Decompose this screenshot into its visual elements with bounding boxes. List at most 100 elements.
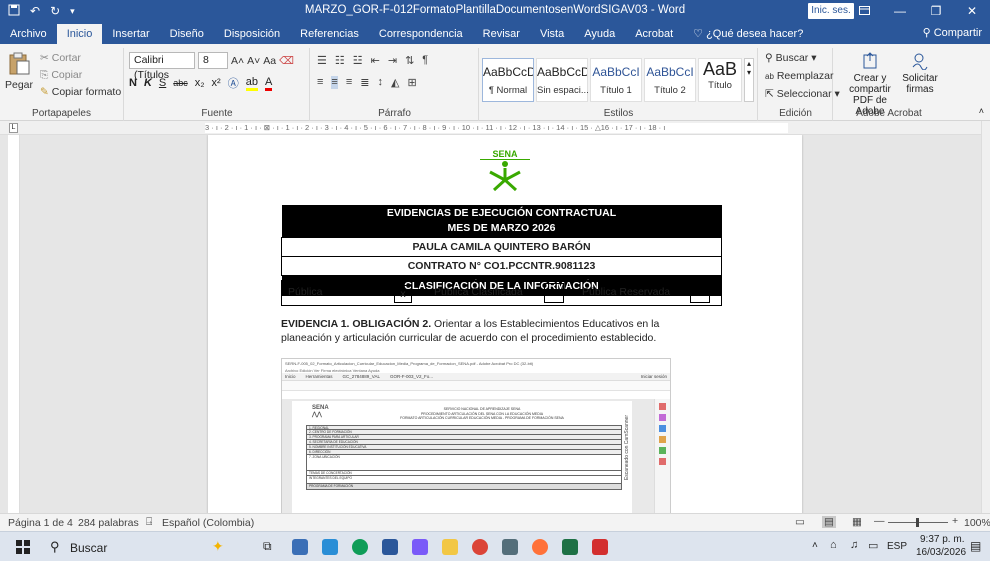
align-left-icon[interactable]: ≡	[317, 76, 323, 89]
volume-icon[interactable]: ♫	[850, 539, 858, 551]
proofing-icon[interactable]: ⍈	[146, 516, 152, 529]
word-count[interactable]: 284 palabras	[78, 517, 139, 529]
customize-qa-icon[interactable]: ▾	[70, 6, 75, 17]
text-effects-icon[interactable]: Ⓐ	[228, 75, 239, 91]
input-language[interactable]: ESP	[887, 541, 907, 552]
horizontal-ruler[interactable]: L 3 · ı · 2 · ı · 1 · ı · ⊠ · ı · 1 · ı …	[0, 121, 990, 135]
document-page[interactable]: SENA EVIDENCIAS DE EJECUCIÓN CONTRACTUAL…	[208, 135, 802, 513]
restore-button[interactable]: ❐	[918, 0, 954, 22]
paste-button[interactable]: Pegar	[4, 52, 34, 91]
justify-icon[interactable]: ≣	[360, 76, 369, 89]
public-reserved-checkbox[interactable]	[690, 283, 710, 303]
font-size-select[interactable]: 8	[198, 52, 228, 69]
tab-ayuda[interactable]: Ayuda	[574, 24, 625, 44]
save-icon[interactable]	[8, 4, 20, 19]
taskbar-search[interactable]: Buscar	[70, 541, 107, 555]
cut-button[interactable]: ✂ Cortar	[40, 52, 81, 64]
read-mode-icon[interactable]: ▭	[795, 516, 805, 528]
multilevel-list-icon[interactable]: ☳	[353, 54, 363, 67]
redo-icon[interactable]: ↻	[50, 4, 60, 18]
firefox-icon[interactable]	[532, 539, 548, 555]
language-indicator[interactable]: Español (Colombia)	[162, 517, 254, 529]
find-button[interactable]: ⚲ Buscar ▾	[765, 52, 817, 64]
style-normal[interactable]: AaBbCcDc ¶ Normal	[482, 58, 534, 102]
replace-button[interactable]: ab Reemplazar	[765, 70, 833, 82]
tab-acrobat[interactable]: Acrobat	[625, 24, 683, 44]
file-explorer-icon[interactable]	[442, 539, 458, 555]
tab-selector[interactable]: L	[9, 123, 18, 133]
change-case-button[interactable]: Aa	[263, 55, 276, 67]
page-count[interactable]: Página 1 de 4	[8, 517, 73, 529]
borders-icon[interactable]: ⊞	[407, 76, 416, 89]
print-layout-icon[interactable]: ▤	[822, 516, 836, 528]
task-view-icon[interactable]: ⧉	[263, 539, 272, 554]
zoom-slider-thumb[interactable]	[916, 518, 919, 527]
bold-icon[interactable]: N	[129, 77, 137, 89]
grow-font-icon[interactable]: A˄	[231, 55, 244, 67]
calculator-icon[interactable]	[502, 539, 518, 555]
tab-revisar[interactable]: Revisar	[473, 24, 530, 44]
notifications-icon[interactable]: ▤	[970, 539, 981, 553]
style-title[interactable]: AaB Título	[698, 58, 742, 102]
decrease-indent-icon[interactable]: ⇤	[371, 54, 380, 67]
sort-icon[interactable]: ⇅	[405, 54, 414, 67]
zoom-in-icon[interactable]: +	[952, 515, 958, 527]
clear-formatting-icon[interactable]: ⌫	[279, 55, 294, 67]
embedded-acrobat-screenshot[interactable]: SERN-F-005_02_Formato_Articulacion_Curri…	[281, 358, 671, 513]
collapse-ribbon-icon[interactable]: ˄	[979, 106, 984, 116]
taskbar-app-icon[interactable]	[322, 539, 338, 555]
battery-icon[interactable]: ▭	[868, 539, 878, 552]
tab-referencias[interactable]: Referencias	[290, 24, 369, 44]
style-heading-2[interactable]: AaBbCcI Título 2	[644, 58, 696, 102]
ribbon-display-options-icon[interactable]	[846, 0, 882, 22]
tab-disposicion[interactable]: Disposición	[214, 24, 290, 44]
italic-icon[interactable]: K	[144, 77, 152, 89]
tab-archivo[interactable]: Archivo	[0, 24, 57, 44]
shading-icon[interactable]: ◭	[391, 76, 399, 89]
pilcrow-icon[interactable]: ¶	[422, 54, 428, 67]
network-icon[interactable]: ⌂	[830, 539, 837, 551]
undo-icon[interactable]: ↶	[30, 4, 40, 18]
format-painter-button[interactable]: ✎ Copiar formato	[40, 86, 121, 98]
increase-indent-icon[interactable]: ⇥	[388, 54, 397, 67]
shrink-font-icon[interactable]: A˅	[247, 55, 260, 67]
tab-inicio[interactable]: Inicio	[56, 24, 103, 44]
taskbar-app-icon[interactable]	[292, 539, 308, 555]
tab-correspondencia[interactable]: Correspondencia	[369, 24, 473, 44]
zoom-out-icon[interactable]: —	[874, 515, 885, 527]
windows-start-icon[interactable]	[16, 540, 30, 557]
chrome-icon[interactable]	[472, 539, 488, 555]
strikethrough-icon[interactable]: abc	[173, 78, 188, 88]
line-spacing-icon[interactable]: ↕	[377, 76, 383, 89]
search-icon[interactable]: ⚲	[50, 539, 60, 555]
acrobat-icon[interactable]	[592, 539, 608, 555]
font-name-select[interactable]: Calibri (Títulos	[129, 52, 195, 81]
copy-button[interactable]: ⎘ Copiar	[40, 69, 82, 82]
vertical-scrollbar[interactable]	[981, 121, 990, 513]
tab-insertar[interactable]: Insertar	[102, 24, 159, 44]
zoom-level[interactable]: 100%	[964, 517, 990, 529]
style-no-spacing[interactable]: AaBbCcD Sin espaci...	[536, 58, 589, 102]
zoom-slider[interactable]	[888, 518, 948, 527]
align-center-icon[interactable]: ≡	[331, 76, 338, 89]
highlight-icon[interactable]: ab	[245, 76, 258, 91]
select-button[interactable]: ⇱ Seleccionar ▾	[765, 88, 840, 100]
style-heading-1[interactable]: AaBbCcI Título 1	[590, 58, 642, 102]
evidence-paragraph[interactable]: EVIDENCIA 1. OBLIGACIÓN 2. Orientar a lo…	[281, 317, 701, 345]
align-right-icon[interactable]: ≡	[346, 76, 352, 89]
word-icon[interactable]	[382, 539, 398, 555]
tell-me-box[interactable]: ♡ ¿Qué desea hacer?	[683, 24, 813, 44]
request-signatures-button[interactable]: Solicitar firmas	[900, 52, 940, 95]
taskbar-app-icon[interactable]	[412, 539, 428, 555]
underline-icon[interactable]: S	[159, 77, 166, 89]
numbering-icon[interactable]: ☷	[335, 54, 345, 67]
vertical-ruler[interactable]	[8, 135, 20, 513]
public-classified-checkbox[interactable]	[544, 283, 564, 303]
edge-icon[interactable]	[352, 539, 368, 555]
share-button[interactable]: ⚲ Compartir	[923, 26, 982, 39]
subscript-icon[interactable]: x₂	[195, 77, 205, 89]
clock-date[interactable]: 16/03/2026	[916, 547, 966, 558]
bullets-icon[interactable]: ☰	[317, 54, 327, 67]
web-layout-icon[interactable]: ▦	[852, 516, 862, 528]
superscript-icon[interactable]: x²	[212, 77, 221, 89]
